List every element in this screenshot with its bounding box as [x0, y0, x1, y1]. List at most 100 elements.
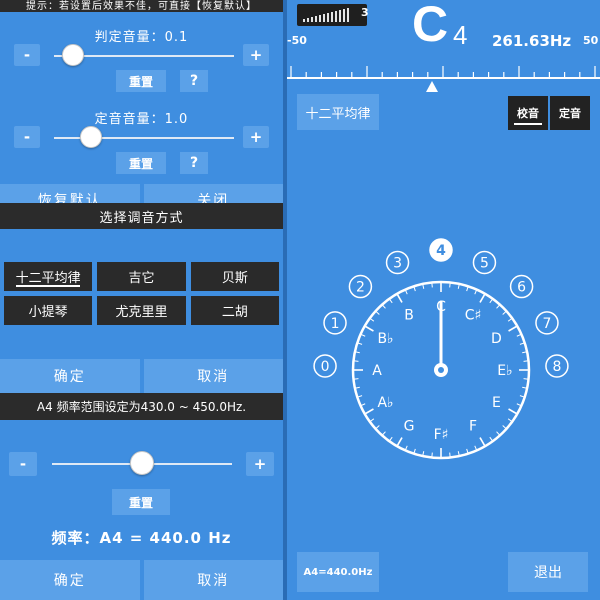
octave-label: 2 [356, 280, 365, 296]
dial-tick [431, 452, 433, 458]
tuning-option-erhu[interactable]: 二胡 [190, 296, 279, 325]
octave-label: 3 [393, 255, 402, 271]
judge-volume-reset-button[interactable]: 重置 [116, 70, 166, 92]
dial-tick [479, 293, 486, 303]
exit-button[interactable]: 退出 [508, 552, 588, 592]
tuning-mode-button[interactable]: 十二平均律 [297, 94, 379, 130]
tuning-method-title: 选择调音方式 [99, 210, 184, 226]
a4-cancel-button[interactable]: 取消 [143, 560, 283, 600]
dial-tick [396, 437, 403, 447]
dial-note-label: G [404, 418, 415, 434]
tuning-method-action-row: 确定 取消 [0, 359, 283, 393]
dial-note-label: A♭ [377, 395, 393, 411]
dial-note-label: B♭ [377, 331, 393, 347]
octave-label: 0 [321, 359, 330, 375]
judge-volume-minus-button[interactable]: - [14, 44, 40, 66]
a4-frequency-thumb[interactable] [130, 451, 154, 475]
dial-tick [507, 418, 513, 423]
signal-level-meter [297, 4, 367, 26]
dial-tick [388, 298, 393, 304]
pitch-volume-plus-button[interactable]: + [243, 126, 269, 148]
dial-tick [375, 310, 380, 315]
dial-tick [479, 437, 486, 447]
dial-tick [364, 325, 374, 332]
dial-tick [381, 431, 386, 436]
octave-label: 5 [480, 255, 489, 271]
tuning-method-confirm-button[interactable]: 确定 [0, 359, 140, 393]
tuning-method-title-bar: 选择调音方式 [0, 203, 283, 229]
dial-tick [375, 425, 380, 430]
tab-tune[interactable]: 校音 [508, 96, 548, 130]
tuning-option-guitar[interactable]: 吉它 [97, 262, 186, 291]
hint-text: 提示：若设置后效果不佳，可直接【恢复默认】 [26, 0, 257, 12]
tuning-option-violin[interactable]: 小提琴 [4, 296, 93, 325]
dial-tick [388, 436, 393, 442]
dial-tick [489, 436, 494, 442]
signal-level-value: 3 [361, 6, 369, 19]
pitch-volume-help-button[interactable]: ? [180, 152, 208, 174]
dial-tick [381, 304, 386, 309]
dial-tick [369, 317, 375, 322]
a4-range-bar: A4 频率范围设定为430.0 ~ 450.0Hz. [0, 393, 283, 420]
octave-label: 1 [331, 316, 340, 332]
octave-label: 4 [436, 243, 446, 259]
octave-label: 7 [543, 316, 552, 332]
cents-scale [287, 66, 600, 92]
tuning-dial: CC♯DE♭EFF♯GA♭AB♭B012345678 [313, 238, 569, 460]
a4-frequency-button[interactable]: A4=440.0Hz [297, 552, 379, 592]
dial-tick [507, 317, 513, 322]
pitch-volume-reset-button[interactable]: 重置 [116, 152, 166, 174]
tab-pitch[interactable]: 定音 [550, 96, 590, 130]
pitch-volume-label: 定音音量：1.0 [94, 112, 189, 127]
dial-tick [353, 360, 359, 362]
signal-level-icon [303, 8, 349, 22]
octave-label: 6 [517, 280, 526, 296]
dial-tick [523, 378, 529, 380]
pitch-volume-thumb[interactable] [80, 126, 102, 148]
dial-tick [449, 452, 451, 458]
a4-minus-button[interactable]: - [9, 452, 37, 476]
settings-panel: 提示：若设置后效果不佳，可直接【恢复默认】 判定音量：0.1 - + 重置 ? … [0, 0, 283, 600]
a4-reset-button[interactable]: 重置 [112, 489, 170, 515]
judge-volume-help-button[interactable]: ? [180, 70, 208, 92]
tuning-option-equal-temperament[interactable]: 十二平均律 [4, 262, 93, 291]
dial-tick [449, 282, 451, 288]
dial-note-label: F [469, 418, 477, 434]
dial-tick [502, 310, 507, 315]
dial-tick [369, 418, 375, 423]
dial-tick [523, 360, 529, 362]
dial-tick [489, 298, 494, 304]
a4-action-row: 确定 取消 [0, 560, 283, 600]
pitch-pointer-icon [426, 81, 438, 92]
dial-tick [502, 425, 507, 430]
tuner-panel: 3 C 4 261.63Hz -50 50 十二平均律 校音 定音 CC♯DE♭… [287, 0, 600, 600]
dial-tick [508, 408, 518, 415]
tuning-option-bass[interactable]: 贝斯 [190, 262, 279, 291]
dial-tick [508, 325, 518, 332]
a4-confirm-button[interactable]: 确定 [0, 560, 140, 600]
dial-tick [353, 378, 359, 380]
tuning-method-grid: 十二平均律 吉它 贝斯 小提琴 尤克里里 二胡 [4, 262, 279, 325]
dial-note-label: B [404, 308, 414, 324]
dial-tick [364, 408, 374, 415]
tuning-option-ukulele[interactable]: 尤克里里 [97, 296, 186, 325]
judge-volume-label: 判定音量：0.1 [94, 30, 189, 45]
dial-tick [496, 304, 501, 309]
dial-note-label: E♭ [497, 363, 512, 379]
a4-plus-button[interactable]: + [246, 452, 274, 476]
dial-hub-center [438, 367, 444, 373]
dial-note-label: A [372, 363, 382, 379]
a4-frequency-value: 频率：A4 = 440.0 Hz [51, 529, 232, 547]
hint-bar: 提示：若设置后效果不佳，可直接【恢复默认】 [0, 0, 283, 12]
dial-note-label: E [492, 395, 501, 411]
judge-volume-plus-button[interactable]: + [243, 44, 269, 66]
a4-range-text: A4 频率范围设定为430.0 ~ 450.0Hz. [36, 400, 247, 414]
octave-label: 8 [552, 359, 561, 375]
dial-note-label: D [491, 331, 502, 347]
dial-tick [431, 282, 433, 288]
dial-tick [396, 293, 403, 303]
tuning-method-cancel-button[interactable]: 取消 [143, 359, 283, 393]
dial-note-label: F♯ [434, 427, 449, 443]
pitch-volume-minus-button[interactable]: - [14, 126, 40, 148]
judge-volume-thumb[interactable] [62, 44, 84, 66]
